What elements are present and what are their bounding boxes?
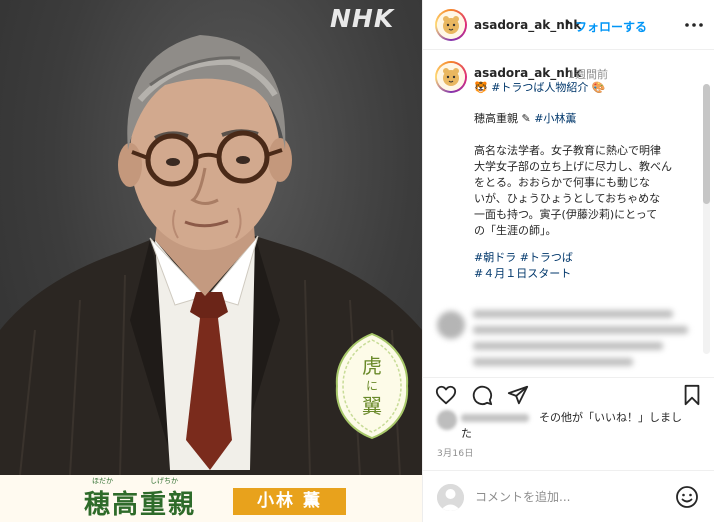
caption-body-line: の「生涯の師」。 (474, 224, 557, 237)
likes-text-wrap: た (461, 427, 472, 440)
bookmark-icon[interactable] (681, 384, 703, 406)
heart-icon[interactable] (435, 384, 457, 406)
caption-tags-line[interactable]: #４月１日スタート (474, 266, 571, 282)
account-avatar[interactable] (435, 9, 467, 41)
role-name: 穂高重親 (84, 490, 197, 520)
instagram-post-view: NHK 虎 に 翼 ほだか しげちか 穂高重親 小林 薫 asadora_ak_… (0, 0, 714, 522)
nhk-logo: NHK (330, 4, 395, 33)
follow-button[interactable]: フォローする (575, 18, 647, 35)
caption-body-line: 高名な法学者。女子教育に熱心で明律 (474, 144, 661, 157)
caption-role-line: 穂高重親 ✎ #小林薫 (474, 111, 576, 127)
toranitsubasa-badge: 虎 に 翼 (333, 332, 411, 440)
blurred-liker-name (461, 414, 529, 422)
default-avatar-icon (437, 484, 464, 511)
comment-area: asadora_ak_nhk 1週間前 🐯 #トラつば人物紹介 🎨 穂高重親 ✎… (423, 51, 714, 377)
badge-char-2: に (365, 379, 378, 393)
badge-char-3: 翼 (362, 394, 382, 418)
tiger-emoji-icon: 🐯 (474, 81, 488, 94)
caption-tags-line[interactable]: #朝ドラ #トラつば (474, 250, 573, 266)
scrollbar-thumb[interactable] (703, 84, 710, 204)
badge-title: 虎 に 翼 (333, 332, 411, 440)
smiley-icon[interactable] (675, 485, 699, 509)
comment-icon[interactable] (471, 384, 493, 406)
likes-text[interactable]: その他が「いいね！」しまし (539, 410, 682, 426)
palette-emoji-icon: 🎨 (591, 81, 606, 94)
tiger-avatar-icon (437, 11, 465, 39)
header-separator: • (564, 16, 572, 30)
post-header: asadora_ak_nhk • フォローする (423, 0, 714, 50)
actor-name: 小林 薫 (233, 488, 346, 515)
more-options-icon[interactable] (684, 18, 704, 32)
comment-bar (423, 470, 714, 522)
caption-bar (0, 475, 422, 522)
comment-scrollbar[interactable] (703, 84, 710, 354)
badge-char-1: 虎 (362, 354, 382, 378)
action-bar (423, 377, 714, 407)
post-date[interactable]: 3月16日 (437, 446, 474, 459)
user-avatar (437, 484, 464, 511)
hashtag-link[interactable]: #トラつば人物紹介 (491, 81, 588, 94)
caption-title-line: 🐯 #トラつば人物紹介 🎨 (474, 80, 606, 96)
caption-avatar[interactable] (435, 61, 467, 93)
comment-input[interactable] (475, 487, 655, 507)
liker-avatar[interactable] (437, 410, 457, 430)
tiger-avatar-icon (437, 63, 465, 91)
caption-body-line: 一面も持つ。寅子(伊藤沙莉)にとって (474, 208, 658, 221)
post-side-panel: asadora_ak_nhk • フォローする asadora_ak_nhk 1… (422, 0, 714, 522)
hashtag-link[interactable]: #小林薫 (534, 112, 576, 125)
post-image[interactable]: NHK 虎 に 翼 ほだか しげちか 穂高重親 小林 薫 (0, 0, 422, 522)
role-line-text: 穂高重親 ✎ (474, 112, 535, 125)
caption-body-line: をとる。おおらかで何事にも動じな (474, 176, 650, 189)
caption-body-line: いが、ひょうひょうとしておちゃめな (474, 192, 661, 205)
caption-body-line: 大学女子部の立ち上げに尽力し、教べん (474, 160, 672, 173)
blurred-comment (437, 306, 699, 376)
caption-username[interactable]: asadora_ak_nhk (474, 66, 581, 80)
paper-plane-icon[interactable] (507, 384, 529, 406)
